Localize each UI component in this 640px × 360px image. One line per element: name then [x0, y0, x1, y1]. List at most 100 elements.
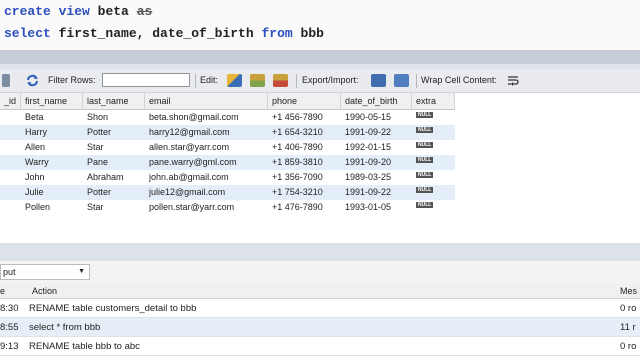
table-row[interactable]: Julie Potter julie12@gmail.com +1 754-3210 1…: [0, 185, 455, 200]
column-header-email[interactable]: email: [145, 93, 268, 110]
cell-phone[interactable]: +1 456-7890: [268, 110, 341, 125]
wrap-text-icon[interactable]: [507, 74, 519, 87]
cell-phone[interactable]: +1 859-3810: [268, 155, 341, 170]
result-grid[interactable]: _id first_name last_name email phone dat…: [0, 93, 640, 243]
cell-first-name[interactable]: Pollen: [21, 200, 83, 215]
table-row[interactable]: Harry Potter harry12@gmail.com +1 654-3210 1…: [0, 125, 455, 140]
cell-phone[interactable]: +1 476-7890: [268, 200, 341, 215]
null-badge: NULL: [416, 157, 434, 163]
cell-phone[interactable]: +1 654-3210: [268, 125, 341, 140]
cell-first-name[interactable]: John: [21, 170, 83, 185]
cell-first-name[interactable]: Beta: [21, 110, 83, 125]
column-header-date-of-birth[interactable]: date_of_birth: [341, 93, 412, 110]
cell-phone[interactable]: +1 406-7890: [268, 140, 341, 155]
table-row[interactable]: John Abraham john.ab@gmail.com +1 356-7090 1…: [0, 170, 455, 185]
toolbar-separator: [296, 74, 297, 88]
cell-last-name[interactable]: Star: [83, 200, 145, 215]
cell-extra[interactable]: NULL: [412, 200, 455, 215]
filter-rows-label: Filter Rows:: [48, 75, 96, 85]
cell-email[interactable]: pollen.star@yarr.com: [145, 200, 268, 215]
sql-keyword: select: [4, 26, 51, 41]
splitter-bar[interactable]: [0, 50, 640, 64]
table-row[interactable]: Allen Star allen.star@yarr.com +1 406-7890 1…: [0, 140, 455, 155]
export-import-label: Export/Import:: [302, 75, 359, 85]
cell-date-of-birth[interactable]: 1992-01-15: [341, 140, 412, 155]
cell-date-of-birth[interactable]: 1990-05-15: [341, 110, 412, 125]
cell-last-name[interactable]: Star: [83, 140, 145, 155]
table-row[interactable]: Warry Pane pane.warry@gml.com +1 859-3810 19…: [0, 155, 455, 170]
output-action: select * from bbb: [29, 322, 101, 333]
sql-keyword: from: [261, 26, 293, 41]
cell-last-name[interactable]: Potter: [83, 185, 145, 200]
output-grid[interactable]: e Action Mes 8:30 RENAME table customers_…: [0, 284, 640, 360]
output-header-time[interactable]: e: [0, 284, 24, 299]
cell-extra[interactable]: NULL: [412, 170, 455, 185]
cell-date-of-birth[interactable]: 1989-03-25: [341, 170, 412, 185]
output-row[interactable]: 8:30 RENAME table customers_detail to bbb…: [0, 299, 640, 318]
cell-extra[interactable]: NULL: [412, 185, 455, 200]
cell-extra[interactable]: NULL: [412, 155, 455, 170]
sql-keyword: create: [4, 4, 51, 19]
cell-last-name[interactable]: Shon: [83, 110, 145, 125]
cell-first-name[interactable]: Warry: [21, 155, 83, 170]
cell-email[interactable]: julie12@gmail.com: [145, 185, 268, 200]
insert-row-icon[interactable]: [250, 74, 265, 87]
cell-id[interactable]: [0, 125, 21, 140]
cell-id[interactable]: [0, 140, 21, 155]
column-header-first-name[interactable]: first_name: [21, 93, 83, 110]
cell-last-name[interactable]: Potter: [83, 125, 145, 140]
grid-icon[interactable]: [2, 74, 10, 87]
sql-identifier: beta: [97, 4, 129, 19]
null-badge: NULL: [416, 142, 434, 148]
output-type-select[interactable]: put ▼: [0, 264, 90, 280]
import-icon[interactable]: [394, 74, 409, 87]
delete-row-icon[interactable]: [273, 74, 288, 87]
output-row[interactable]: 8:55 select * from bbb 11 r: [0, 318, 640, 337]
column-header-id[interactable]: _id: [0, 93, 21, 110]
column-header-phone[interactable]: phone: [268, 93, 341, 110]
cell-id[interactable]: [0, 185, 21, 200]
null-badge: NULL: [416, 127, 434, 133]
export-icon[interactable]: [371, 74, 386, 87]
cell-first-name[interactable]: Harry: [21, 125, 83, 140]
edit-row-icon[interactable]: [227, 74, 242, 87]
output-row[interactable]: 9:13 RENAME table bbb to abc 0 ro: [0, 337, 640, 356]
cell-date-of-birth[interactable]: 1991-09-22: [341, 185, 412, 200]
output-header-message[interactable]: Mes: [620, 284, 640, 299]
cell-last-name[interactable]: Abraham: [83, 170, 145, 185]
cell-first-name[interactable]: Julie: [21, 185, 83, 200]
sql-editor[interactable]: create view beta as select first_name, d…: [0, 0, 640, 50]
cell-id[interactable]: [0, 155, 21, 170]
cell-email[interactable]: harry12@gmail.com: [145, 125, 268, 140]
cell-extra[interactable]: NULL: [412, 110, 455, 125]
cell-email[interactable]: allen.star@yarr.com: [145, 140, 268, 155]
cell-phone[interactable]: +1 356-7090: [268, 170, 341, 185]
cell-extra[interactable]: NULL: [412, 125, 455, 140]
cell-last-name[interactable]: Pane: [83, 155, 145, 170]
cell-id[interactable]: [0, 110, 21, 125]
output-header-action[interactable]: Action: [32, 284, 112, 299]
output-type-value: put: [3, 267, 16, 277]
cell-phone[interactable]: +1 754-3210: [268, 185, 341, 200]
cell-date-of-birth[interactable]: 1993-01-05: [341, 200, 412, 215]
cell-date-of-birth[interactable]: 1991-09-20: [341, 155, 412, 170]
cell-email[interactable]: pane.warry@gml.com: [145, 155, 268, 170]
cell-first-name[interactable]: Allen: [21, 140, 83, 155]
filter-rows-input[interactable]: [102, 73, 190, 87]
cell-id[interactable]: [0, 170, 21, 185]
output-message: 0 ro: [620, 303, 637, 314]
cell-date-of-birth[interactable]: 1991-09-22: [341, 125, 412, 140]
column-header-last-name[interactable]: last_name: [83, 93, 145, 110]
cell-id[interactable]: [0, 200, 21, 215]
refresh-icon[interactable]: [25, 74, 40, 87]
cell-email[interactable]: john.ab@gmail.com: [145, 170, 268, 185]
splitter-bar-lower[interactable]: [0, 243, 640, 261]
table-row[interactable]: Beta Shon beta.shon@gmail.com +1 456-7890 19…: [0, 110, 455, 125]
table-row[interactable]: Pollen Star pollen.star@yarr.com +1 476-789…: [0, 200, 455, 215]
output-message: 11 r: [620, 322, 636, 333]
sql-keyword: view: [58, 4, 90, 19]
column-header-extra[interactable]: extra: [412, 93, 455, 110]
output-time: 9:13: [0, 341, 19, 352]
cell-extra[interactable]: NULL: [412, 140, 455, 155]
cell-email[interactable]: beta.shon@gmail.com: [145, 110, 268, 125]
